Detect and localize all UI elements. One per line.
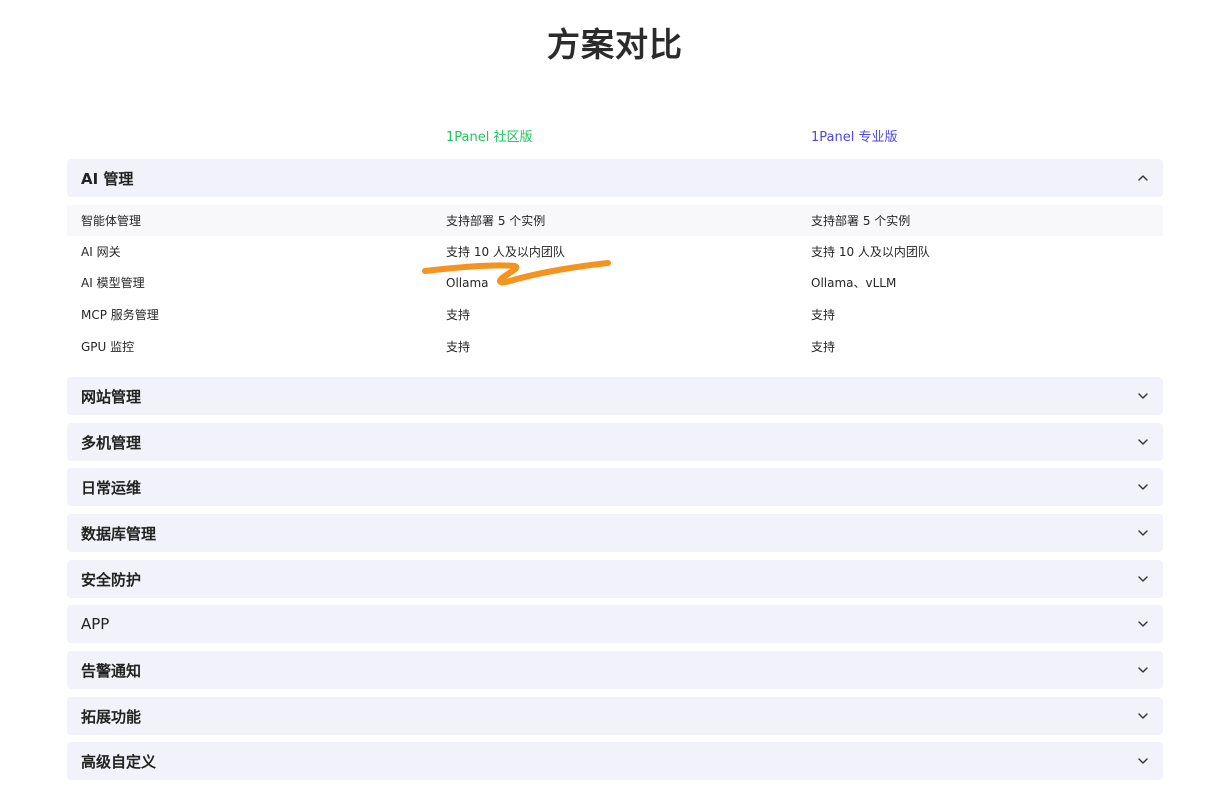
section-label: 安全防护 xyxy=(81,570,142,589)
column-header-community: 1Panel 社区版 xyxy=(446,130,533,145)
section-header-extensions[interactable]: 拓展功能 xyxy=(67,697,1163,735)
section-header-daily-ops[interactable]: 日常运维 xyxy=(67,468,1163,506)
table-row: AI 模型管理 Ollama Ollama、vLLM xyxy=(67,267,1163,298)
section-label: 数据库管理 xyxy=(81,524,157,543)
section-header-customization[interactable]: 高级自定义 xyxy=(67,742,1163,780)
section-label: 拓展功能 xyxy=(81,707,142,726)
section-header-app[interactable]: APP xyxy=(67,605,1163,643)
feature-name: AI 网关 xyxy=(81,245,121,259)
chevron-down-icon xyxy=(1137,573,1149,585)
column-header-pro: 1Panel 专业版 xyxy=(811,130,898,145)
community-value: 支持 10 人及以内团队 xyxy=(446,245,565,259)
section-header-ai[interactable]: AI 管理 xyxy=(67,159,1163,197)
feature-name: MCP 服务管理 xyxy=(81,308,159,322)
community-value: 支持 xyxy=(446,340,471,354)
chevron-down-icon xyxy=(1137,527,1149,539)
section-label: 日常运维 xyxy=(81,478,142,497)
community-value: 支持部署 5 个实例 xyxy=(446,214,546,228)
chevron-up-icon xyxy=(1137,172,1149,184)
section-label: 多机管理 xyxy=(81,433,142,452)
section-header-database[interactable]: 数据库管理 xyxy=(67,514,1163,552)
community-value: Ollama xyxy=(446,275,489,290)
section-label: AI 管理 xyxy=(81,169,134,188)
section-header-alerts[interactable]: 告警通知 xyxy=(67,651,1163,689)
section-label: 网站管理 xyxy=(81,387,142,406)
community-value: 支持 xyxy=(446,308,471,322)
page-title: 方案对比 xyxy=(547,25,683,64)
chevron-down-icon xyxy=(1137,664,1149,676)
pro-value: 支持 10 人及以内团队 xyxy=(811,245,930,259)
section-label: 告警通知 xyxy=(81,661,142,680)
section-header-multi-host[interactable]: 多机管理 xyxy=(67,423,1163,461)
chevron-down-icon xyxy=(1137,436,1149,448)
section-label: APP xyxy=(81,615,110,633)
chevron-down-icon xyxy=(1137,710,1149,722)
table-row: GPU 监控 支持 支持 xyxy=(67,331,1163,362)
table-row: AI 网关 支持 10 人及以内团队 支持 10 人及以内团队 xyxy=(67,236,1163,267)
chevron-down-icon xyxy=(1137,390,1149,402)
feature-name: GPU 监控 xyxy=(81,340,135,354)
feature-name: 智能体管理 xyxy=(81,214,142,228)
table-row: 智能体管理 支持部署 5 个实例 支持部署 5 个实例 xyxy=(67,205,1163,236)
pro-value: Ollama、vLLM xyxy=(811,276,897,290)
chevron-down-icon xyxy=(1137,618,1149,630)
pro-value: 支持部署 5 个实例 xyxy=(811,214,911,228)
pro-value: 支持 xyxy=(811,308,836,322)
section-header-security[interactable]: 安全防护 xyxy=(67,560,1163,598)
chevron-down-icon xyxy=(1137,755,1149,767)
section-label: 高级自定义 xyxy=(81,752,157,771)
pro-value: 支持 xyxy=(811,340,836,354)
table-row: MCP 服务管理 支持 支持 xyxy=(67,299,1163,330)
chevron-down-icon xyxy=(1137,481,1149,493)
feature-name: AI 模型管理 xyxy=(81,276,145,290)
section-header-website[interactable]: 网站管理 xyxy=(67,377,1163,415)
